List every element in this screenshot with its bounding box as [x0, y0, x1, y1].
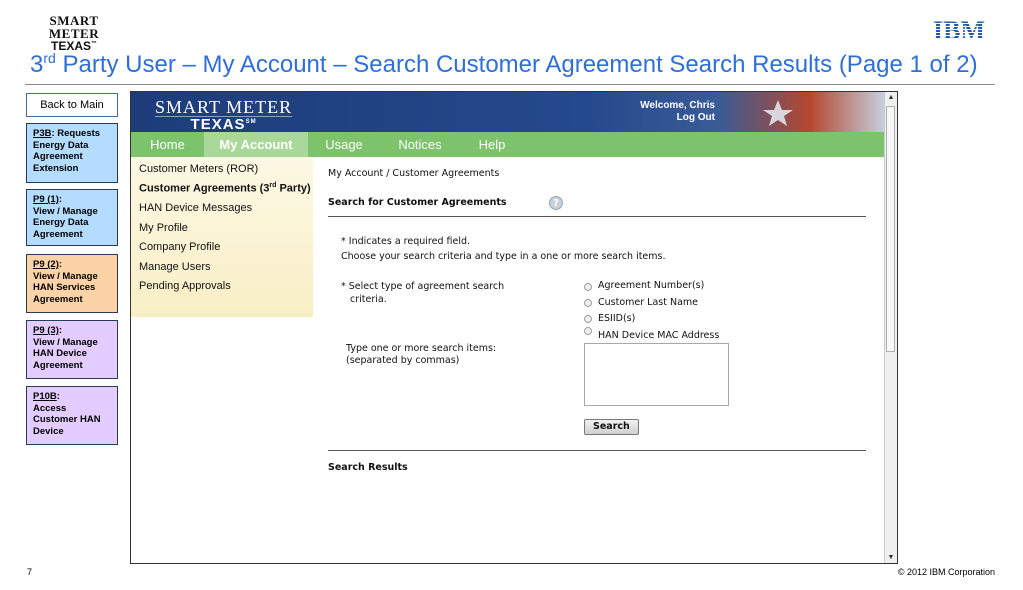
link-text: Access Customer HAN Device [33, 402, 101, 437]
link-suffix: : Requests [51, 128, 101, 139]
sidenav-manage-users[interactable]: Manage Users [139, 261, 211, 273]
link-suffix: : [58, 259, 63, 270]
link-suffix: : [58, 194, 63, 205]
link-code[interactable]: P9 (3) [33, 325, 59, 336]
tab-usage[interactable]: Usage [308, 132, 380, 157]
sidenav-agreements-label: Customer Agreements (3 [139, 182, 270, 195]
radio-esiid[interactable] [584, 315, 592, 323]
app-logo: SMART METER TEXASSM [155, 97, 293, 133]
welcome-text: Welcome, Chris [640, 100, 715, 111]
link-box-p10b[interactable]: P10B: Access Customer HAN Device [26, 386, 118, 445]
main-nav: Home My Account Usage Notices Help [131, 132, 885, 157]
section-title: Search for Customer Agreements [328, 197, 507, 208]
link-box-p9-2[interactable]: P9 (2): View / Manage HAN Services Agree… [26, 254, 118, 313]
app-logo-line-1: SMART METER [155, 97, 293, 117]
radio-customer-last-name[interactable] [584, 299, 592, 307]
sidenav-han-device-messages[interactable]: HAN Device Messages [139, 202, 252, 214]
search-items-textarea[interactable] [584, 343, 729, 406]
smart-meter-texas-logo: SMART METER TEXAS™ [24, 14, 124, 52]
section-divider [328, 216, 866, 217]
app-header: SMART METER TEXASSM Welcome, Chris Log O… [131, 92, 885, 132]
vertical-scrollbar[interactable]: ▲ ▼ [884, 92, 897, 563]
link-text: View / Manage Energy Data Agreement [33, 205, 98, 240]
link-suffix: : [58, 325, 63, 336]
scroll-down-icon[interactable]: ▼ [886, 552, 896, 563]
welcome-block: Welcome, Chris Log Out [601, 100, 715, 124]
link-code[interactable]: P9 (2) [33, 259, 59, 270]
link-box-p3b[interactable]: P3B: Requests Energy Data Agreement Exte… [26, 123, 118, 183]
radio-label-esiid: ESIID(s) [598, 313, 636, 324]
sidenav-customer-agreements[interactable]: Customer Agreements (3rd Party) [139, 182, 311, 195]
texas-star-icon [763, 100, 793, 126]
criteria-label: * Select type of agreement search [341, 281, 505, 292]
app-logo-line-2: TEXASSM [155, 116, 293, 133]
title-rest: Party User – My Account – Search Custome… [55, 51, 978, 78]
link-suffix: : [56, 391, 60, 402]
radio-han-mac[interactable] [584, 327, 592, 335]
radio-label-customer-last-name: Customer Last Name [598, 297, 699, 308]
link-box-p9-3[interactable]: P9 (3): View / Manage HAN Device Agreeme… [26, 320, 118, 379]
title-prefix: 3 [30, 51, 44, 78]
link-box-p9-1[interactable]: P9 (1): View / Manage Energy Data Agreem… [26, 189, 118, 246]
title-divider [25, 84, 995, 85]
tab-help[interactable]: Help [460, 132, 524, 157]
page-title: 3rd Party User – My Account – Search Cus… [30, 50, 978, 79]
instructions-text: Choose your search criteria and type in … [341, 251, 666, 262]
logout-link[interactable]: Log Out [601, 112, 715, 124]
account-sidenav: Customer Meters (ROR) Customer Agreement… [131, 157, 313, 317]
sidenav-my-profile[interactable]: My Profile [139, 222, 188, 234]
radio-label-han-mac: HAN Device MAC Address [598, 330, 720, 341]
link-text: View / Manage HAN Services Agreement [33, 270, 98, 305]
logo-tm: ™ [91, 41, 97, 47]
results-title: Search Results [328, 462, 408, 473]
title-sup: rd [43, 50, 56, 66]
radio-label-agreement-number: Agreement Number(s) [598, 280, 705, 291]
radio-agreement-number[interactable] [584, 283, 592, 291]
search-button[interactable]: Search [584, 419, 639, 435]
breadcrumb: My Account / Customer Agreements [328, 168, 500, 179]
app-logo-sm: SM [245, 119, 257, 125]
tab-notices[interactable]: Notices [380, 132, 460, 157]
criteria-label-cont: criteria. [350, 294, 387, 305]
search-items-label: Type one or more search items: [346, 343, 497, 354]
sidenav-customer-meters[interactable]: Customer Meters (ROR) [139, 163, 258, 175]
link-code[interactable]: P9 (1) [33, 194, 59, 205]
link-code[interactable]: P3B [33, 128, 51, 139]
logo-line-1: SMART METER [48, 13, 100, 41]
app-logo-texas: TEXAS [190, 116, 246, 133]
tab-home[interactable]: Home [131, 132, 204, 157]
app-window: SMART METER TEXASSM Welcome, Chris Log O… [130, 91, 898, 564]
results-divider [328, 450, 866, 451]
link-code[interactable]: P10B [33, 391, 57, 402]
back-to-main-button[interactable]: Back to Main [26, 93, 118, 117]
required-note: * Indicates a required field. [341, 236, 471, 247]
sidenav-agreements-tail: Party) [276, 182, 311, 195]
link-text: Energy Data Agreement Extension [33, 139, 89, 174]
help-icon[interactable]: ? [549, 196, 563, 210]
scroll-up-icon[interactable]: ▲ [886, 92, 896, 103]
tab-my-account[interactable]: My Account [204, 132, 308, 157]
sidenav-company-profile[interactable]: Company Profile [139, 241, 220, 253]
ibm-logo-text: IBM [933, 18, 985, 42]
ibm-logo: IBM [933, 18, 985, 42]
link-text: View / Manage HAN Device Agreement [33, 336, 98, 371]
slide-number: 7 [27, 567, 33, 577]
search-items-hint: (separated by commas) [346, 355, 460, 366]
sidenav-pending-approvals[interactable]: Pending Approvals [139, 280, 231, 292]
scroll-thumb[interactable] [886, 106, 895, 352]
copyright: © 2012 IBM Corporation [897, 567, 995, 577]
